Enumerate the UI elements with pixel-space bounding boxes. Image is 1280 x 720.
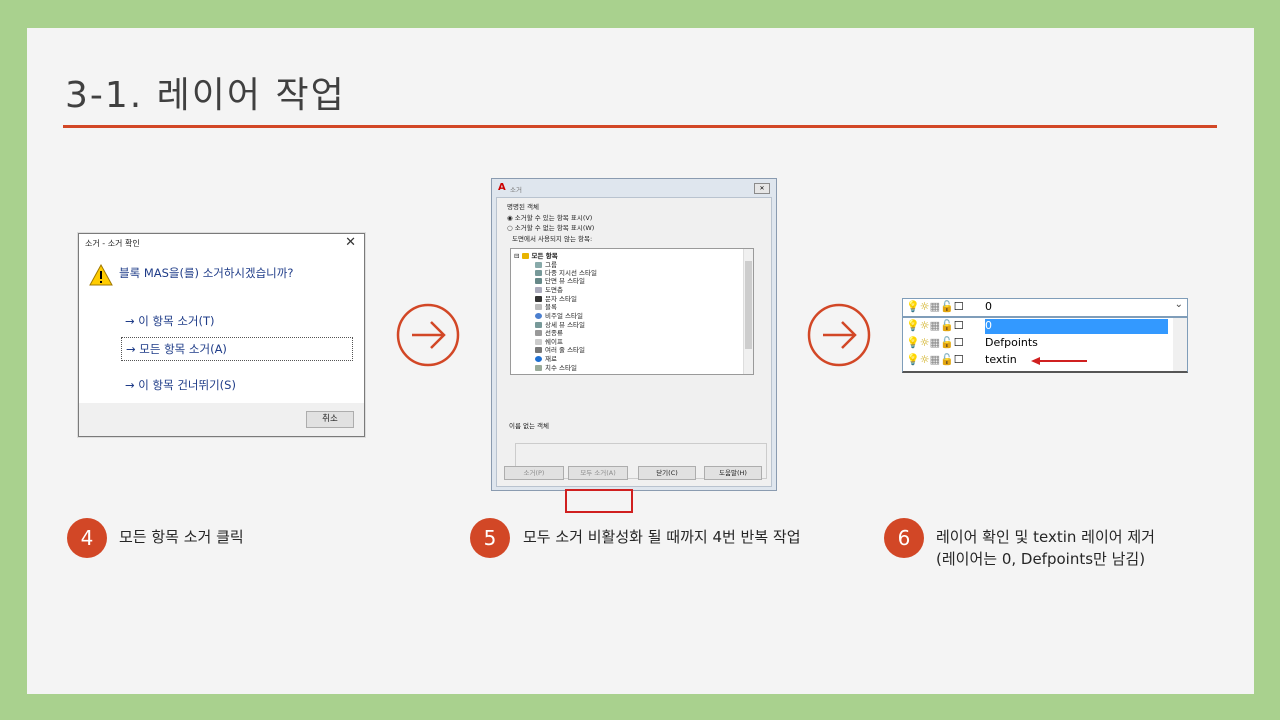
- close-icon[interactable]: ✕: [754, 183, 770, 194]
- skip-this-item-option[interactable]: → 이 항목 건너뛰기(S): [121, 374, 240, 396]
- chevron-down-icon[interactable]: ⌄: [1175, 299, 1183, 310]
- layer-name: Defpoints: [985, 336, 1038, 349]
- radio-show-purgeable[interactable]: ◉ 소거할 수 있는 항목 표시(V): [507, 212, 592, 222]
- close-icon[interactable]: ✕: [345, 235, 356, 250]
- dialog-footer: 취소: [79, 403, 364, 436]
- layer-row[interactable]: 💡☼▦🔓☐ 0: [903, 318, 1187, 334]
- layer-dropdown[interactable]: 💡☼▦🔓☐ 0 ⌄ 💡☼▦🔓☐ 0 💡☼▦🔓☐ Defpoints 💡☼▦🔓☐ …: [902, 298, 1188, 373]
- layer-state-icons: 💡☼▦🔓☐: [906, 300, 964, 313]
- close-button[interactable]: 닫기(C): [638, 466, 696, 480]
- help-button[interactable]: 도움말(H): [704, 466, 762, 480]
- selection-highlight: [985, 319, 1168, 334]
- layer-state-icons: 💡☼▦🔓☐: [906, 319, 964, 332]
- warning-icon: [89, 264, 113, 286]
- step-badge-6: 6: [884, 518, 924, 558]
- step-text-5: 모두 소거 비활성화 될 때까지 4번 반복 작업: [523, 528, 801, 546]
- dimension-style-icon: [535, 365, 542, 371]
- dialog-caption: 소거 - 소거 확인: [85, 239, 140, 248]
- purge-all-button[interactable]: 모두 소거(A): [568, 466, 628, 480]
- layer-list[interactable]: 💡☼▦🔓☐ 0 💡☼▦🔓☐ Defpoints 💡☼▦🔓☐ textin: [902, 317, 1188, 373]
- folder-icon: [521, 253, 529, 259]
- scrollbar-thumb[interactable]: [745, 261, 752, 349]
- step-text-6-line1: 레이어 확인 및 textin 레이어 제거: [936, 528, 1155, 546]
- unused-items-label: 도면에서 사용되지 않는 항목:: [512, 235, 593, 243]
- red-arrow-left-icon: [1031, 357, 1087, 365]
- step-badge-4: 4: [67, 518, 107, 558]
- purge-all-highlight: [565, 489, 633, 513]
- radio-label: 소거할 수 없는 항목 표시(W): [514, 224, 595, 232]
- cancel-button[interactable]: 취소: [306, 411, 354, 428]
- purge-button[interactable]: 소거(P): [504, 466, 564, 480]
- page-title: 3-1. 레이어 작업: [65, 75, 346, 116]
- purge-question: 블록 MAS을(를) 소거하시겠습니까?: [119, 266, 294, 280]
- layer-state-icons: 💡☼▦🔓☐: [906, 336, 964, 349]
- slide: 3-1. 레이어 작업 소거 - 소거 확인 ✕ 블록 MAS을(를) 소거하시…: [27, 28, 1254, 694]
- step-text-6: 레이어 확인 및 textin 레이어 제거 (레이어는 0, Defpoint…: [936, 526, 1155, 570]
- step-text-4: 모든 항목 소거 클릭: [119, 528, 244, 546]
- step-badge-5: 5: [470, 518, 510, 558]
- purge-tree[interactable]: ⊟ 모든 항목 그룹 다중 지시선 스타일 단면 뷰 스타일 도면층 문자 스타…: [510, 248, 754, 375]
- radio-show-non-purgeable[interactable]: ○ 소거할 수 없는 항목 표시(W): [507, 222, 594, 232]
- layer-state-icons: 💡☼▦🔓☐: [906, 353, 964, 366]
- purge-this-item-option[interactable]: → 이 항목 소거(T): [121, 310, 219, 332]
- layer-row[interactable]: 💡☼▦🔓☐ Defpoints: [903, 335, 1187, 351]
- step-text-6-line2: (레이어는 0, Defpoints만 남김): [936, 550, 1146, 568]
- layer-list-scrollbar[interactable]: [1173, 318, 1187, 371]
- radio-label: 소거할 수 있는 항목 표시(V): [514, 214, 593, 222]
- tree-scrollbar[interactable]: [743, 249, 753, 374]
- purge-dialog-title: 소거: [510, 186, 522, 194]
- unnamed-objects-label: 이름 없는 객체: [509, 422, 550, 430]
- autocad-logo-icon: A: [498, 182, 506, 193]
- layer-name: textin: [985, 353, 1017, 366]
- arrow-right-icon: [396, 303, 460, 367]
- layer-current[interactable]: 💡☼▦🔓☐ 0 ⌄: [902, 298, 1188, 317]
- purge-dialog: A 소거 ✕ 명명된 객체 ◉ 소거할 수 있는 항목 표시(V) ○ 소거할 …: [491, 178, 777, 491]
- layer-row[interactable]: 💡☼▦🔓☐ textin: [903, 352, 1187, 368]
- layer-name: 0: [985, 319, 992, 332]
- named-objects-label: 명명된 객체: [507, 203, 539, 211]
- purge-confirm-dialog: 소거 - 소거 확인 ✕ 블록 MAS을(를) 소거하시겠습니까? → 이 항목…: [78, 233, 365, 437]
- title-divider: [63, 125, 1217, 128]
- purge-all-items-option[interactable]: → 모든 항목 소거(A): [121, 337, 353, 361]
- tree-item[interactable]: 치수 스타일: [535, 362, 577, 372]
- arrow-right-icon: [807, 303, 871, 367]
- layer-current-name: 0: [985, 300, 992, 313]
